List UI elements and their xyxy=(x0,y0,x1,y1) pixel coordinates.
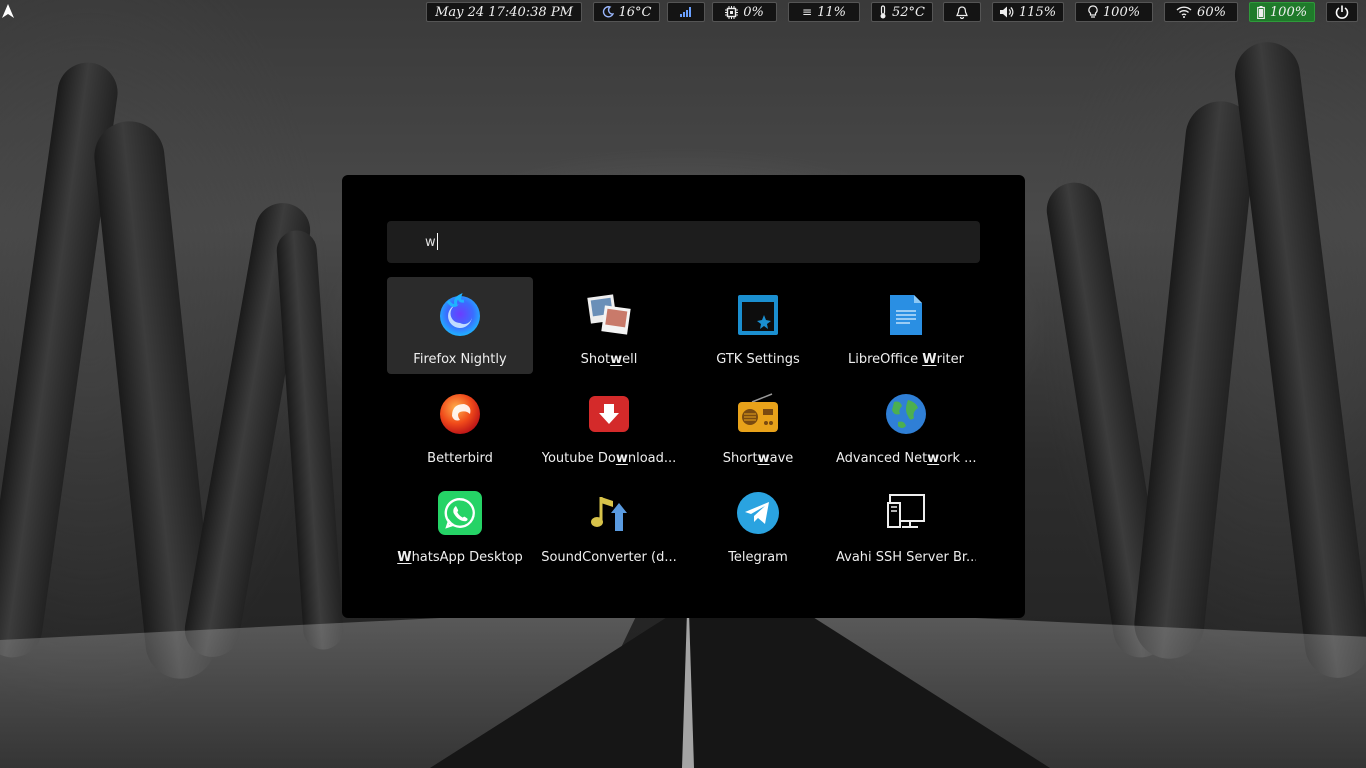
gtk-settings-icon xyxy=(736,293,780,337)
network-globe-icon xyxy=(884,392,928,436)
app-tile-advanced-network[interactable]: Advanced Network ... xyxy=(833,376,979,473)
libreoffice-writer-icon xyxy=(884,293,928,337)
memory-text: 11% xyxy=(817,4,846,20)
app-label: Youtube Download... xyxy=(541,451,677,466)
soundconverter-icon xyxy=(587,491,631,535)
telegram-icon xyxy=(736,491,780,535)
battery-text: 100% xyxy=(1269,4,1308,20)
search-input[interactable]: w xyxy=(387,221,980,263)
lightbulb-icon xyxy=(1088,5,1098,19)
search-query: w xyxy=(425,235,436,250)
app-tile-avahi-ssh[interactable]: Avahi SSH Server Br... xyxy=(833,475,979,572)
arch-logo-icon[interactable] xyxy=(2,4,16,20)
app-tile-youtube-downloader[interactable]: Youtube Download... xyxy=(536,376,682,473)
app-tile-shotwell[interactable]: Shotwell xyxy=(536,277,682,374)
power-button[interactable] xyxy=(1326,2,1358,22)
app-tile-soundconverter[interactable]: SoundConverter (d... xyxy=(536,475,682,572)
cpu-widget[interactable]: 0% xyxy=(712,2,777,22)
volume-widget[interactable]: 115% xyxy=(992,2,1064,22)
whatsapp-icon xyxy=(438,491,482,535)
app-tile-telegram[interactable]: Telegram xyxy=(685,475,831,572)
app-tile-gtk-settings[interactable]: GTK Settings xyxy=(685,277,831,374)
app-tile-whatsapp-desktop[interactable]: WhatsApp Desktop xyxy=(387,475,533,572)
network-signal-widget[interactable] xyxy=(667,2,705,22)
wifi-icon xyxy=(1176,6,1192,18)
wifi-text: 60% xyxy=(1197,4,1226,20)
app-tile-libreoffice-writer[interactable]: LibreOffice Writer xyxy=(833,277,979,374)
thermometer-icon xyxy=(879,5,887,19)
app-label: Betterbird xyxy=(427,451,493,466)
app-label: Advanced Network ... xyxy=(836,451,976,466)
temperature-text: 52°C xyxy=(892,4,925,20)
app-label: LibreOffice Writer xyxy=(848,352,964,367)
app-launcher-window: w Firefox Nightly Shotwell GTK Settings … xyxy=(342,175,1025,618)
battery-icon xyxy=(1257,5,1265,19)
app-label: WhatsApp Desktop xyxy=(397,550,523,565)
cpu-chip-icon xyxy=(725,5,739,19)
app-label: Shortwave xyxy=(722,451,794,466)
brightness-widget[interactable]: 100% xyxy=(1075,2,1153,22)
app-tile-betterbird[interactable]: Betterbird xyxy=(387,376,533,473)
clock-text: May 24 17:40:38 PM xyxy=(435,4,573,20)
wifi-widget[interactable]: 60% xyxy=(1164,2,1238,22)
text-caret xyxy=(436,233,438,250)
app-tile-firefox-nightly[interactable]: Firefox Nightly xyxy=(387,277,533,374)
temperature-widget[interactable]: 52°C xyxy=(871,2,933,22)
clock-widget[interactable]: May 24 17:40:38 PM xyxy=(426,2,582,22)
power-icon xyxy=(1335,5,1349,19)
shortwave-icon xyxy=(736,392,780,436)
volume-text: 115% xyxy=(1018,4,1057,20)
signal-bars-icon xyxy=(680,7,692,17)
betterbird-icon xyxy=(438,392,482,436)
battery-widget[interactable]: 100% xyxy=(1249,2,1315,22)
app-label: Shotwell xyxy=(580,352,638,367)
weather-text: 16°C xyxy=(618,4,652,20)
app-label: SoundConverter (d... xyxy=(541,550,677,565)
avahi-ssh-icon xyxy=(884,491,928,535)
notifications-widget[interactable] xyxy=(943,2,981,22)
shotwell-icon xyxy=(587,293,631,337)
cpu-text: 0% xyxy=(743,4,764,20)
app-label: Firefox Nightly xyxy=(413,352,507,367)
top-panel: May 24 17:40:38 PM 16°C 0% ≡ 11% 52°C 11… xyxy=(0,0,1366,24)
memory-widget[interactable]: ≡ 11% xyxy=(788,2,860,22)
bell-icon xyxy=(956,5,968,19)
moon-icon xyxy=(602,6,614,18)
firefox-nightly-icon xyxy=(438,293,482,337)
app-label: GTK Settings xyxy=(716,352,800,367)
youtube-downloader-icon xyxy=(587,392,631,436)
brightness-text: 100% xyxy=(1102,4,1141,20)
app-label: Avahi SSH Server Br... xyxy=(836,550,976,565)
app-tile-shortwave[interactable]: Shortwave xyxy=(685,376,831,473)
speaker-icon xyxy=(999,6,1014,18)
memory-bars-icon: ≡ xyxy=(802,5,813,19)
weather-widget[interactable]: 16°C xyxy=(593,2,660,22)
app-label: Telegram xyxy=(728,550,788,565)
